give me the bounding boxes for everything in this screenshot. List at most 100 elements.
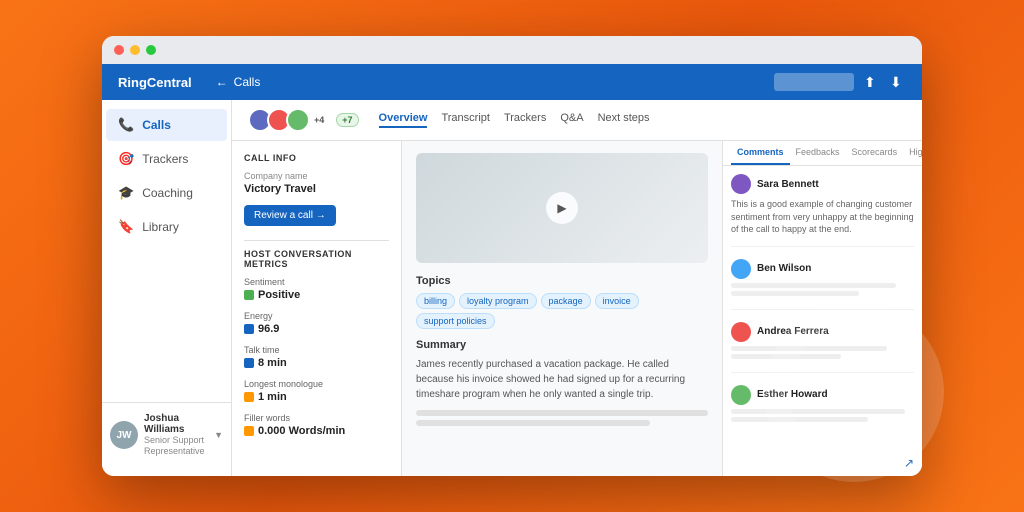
- tab-feedbacks[interactable]: Feedbacks: [790, 141, 846, 165]
- chip-loyalty[interactable]: loyalty program: [459, 293, 537, 309]
- energy-label: Energy: [244, 311, 389, 321]
- user-info: Joshua Williams Senior Support Represent…: [144, 413, 208, 458]
- sentiment-dot: [244, 290, 254, 300]
- tab-comments[interactable]: Comments: [731, 141, 790, 165]
- tab-next-steps[interactable]: Next steps: [598, 112, 650, 128]
- sidebar-item-calls[interactable]: 📞 Calls: [106, 109, 227, 141]
- chevron-down-icon[interactable]: ▼: [214, 430, 223, 440]
- user-title: Senior Support Representative: [144, 435, 208, 458]
- sidebar-item-coaching[interactable]: 🎓 Coaching: [106, 177, 227, 209]
- left-info-panel: CALL INFO Company name Victory Travel Re…: [232, 141, 402, 476]
- energy-dot: [244, 324, 254, 334]
- minimize-dot[interactable]: [130, 45, 140, 55]
- send-icon[interactable]: ↗: [723, 450, 922, 476]
- metric-filler: Filler words 0.000 Words/min: [244, 413, 389, 437]
- right-panel: Comments Feedbacks Scorecards Highlights…: [722, 141, 922, 476]
- commenter-name-ben: Ben Wilson: [757, 263, 811, 274]
- comment-text-sara: This is a good example of changing custo…: [731, 198, 914, 236]
- comment-line: [731, 291, 859, 296]
- tab-highlights[interactable]: Highlights: [903, 141, 922, 165]
- comments-list: Sara Bennett This is a good example of c…: [723, 166, 922, 450]
- comment-header-esther: Esther Howard: [731, 385, 914, 405]
- avatar-andrea: [731, 322, 751, 342]
- avatar-3: [286, 108, 310, 132]
- sidebar-item-calls-label: Calls: [142, 118, 171, 132]
- user-name: Joshua Williams: [144, 413, 208, 435]
- chip-invoice[interactable]: invoice: [595, 293, 639, 309]
- header-actions: ⬆ ⬇: [774, 73, 906, 91]
- sidebar-item-trackers[interactable]: 🎯 Trackers: [106, 143, 227, 175]
- call-badge: +7: [336, 113, 358, 127]
- play-button[interactable]: ▶: [546, 192, 578, 224]
- tab-transcript[interactable]: Transcript: [441, 112, 490, 128]
- comment-esther: Esther Howard: [731, 385, 914, 435]
- avatar: JW: [110, 421, 138, 449]
- back-arrow-icon: ←: [216, 75, 228, 89]
- tab-overview[interactable]: Overview: [379, 112, 428, 128]
- back-button[interactable]: ← Calls: [216, 75, 261, 89]
- comment-sara: Sara Bennett This is a good example of c…: [731, 174, 914, 247]
- metrics-section: Sentiment Positive Energy 96.: [244, 277, 389, 437]
- talk-time-label: Talk time: [244, 345, 389, 355]
- company-name: Victory Travel: [244, 183, 389, 195]
- browser-window: RingCentral ← Calls ⬆ ⬇ 📞 Calls 🎯: [102, 36, 922, 476]
- metrics-section-label: HOST CONVERSATION METRICS: [244, 249, 389, 269]
- comment-line: [731, 346, 887, 351]
- download-icon[interactable]: ⬇: [890, 74, 906, 90]
- talk-time-dot: [244, 358, 254, 368]
- share-icon[interactable]: ⬆: [864, 74, 880, 90]
- monologue-label: Longest monologue: [244, 379, 389, 389]
- comment-andrea: Andrea Ferrera: [731, 322, 914, 373]
- sidebar-item-library[interactable]: 🔖 Library: [106, 211, 227, 243]
- calls-icon: 📞: [118, 117, 134, 133]
- chip-package[interactable]: package: [541, 293, 591, 309]
- comment-lines-ben: [731, 283, 914, 296]
- call-top-bar: +4 +7 Overview Transcript Trackers Q&A N…: [232, 100, 922, 141]
- tab-trackers[interactable]: Trackers: [504, 112, 546, 128]
- filler-value: 0.000 Words/min: [244, 425, 389, 437]
- summary-line-1: [416, 410, 708, 416]
- metric-energy: Energy 96.9: [244, 311, 389, 335]
- content-panel: +4 +7 Overview Transcript Trackers Q&A N…: [232, 100, 922, 476]
- metric-monologue: Longest monologue 1 min: [244, 379, 389, 403]
- content-body: CALL INFO Company name Victory Travel Re…: [232, 141, 922, 476]
- app-header: RingCentral ← Calls ⬆ ⬇: [102, 64, 922, 100]
- chip-billing[interactable]: billing: [416, 293, 455, 309]
- close-dot[interactable]: [114, 45, 124, 55]
- commenter-name-sara: Sara Bennett: [757, 179, 819, 190]
- center-area: ▶ Topics billing loyalty program package…: [402, 141, 722, 476]
- chip-support[interactable]: support policies: [416, 313, 495, 329]
- tab-scorecards[interactable]: Scorecards: [846, 141, 904, 165]
- trackers-icon: 🎯: [118, 151, 134, 167]
- comment-line: [731, 354, 841, 359]
- nav-tabs: Overview Transcript Trackers Q&A Next st…: [379, 112, 650, 128]
- maximize-dot[interactable]: [146, 45, 156, 55]
- app-layout: RingCentral ← Calls ⬆ ⬇ 📞 Calls 🎯: [102, 64, 922, 476]
- comment-line: [731, 417, 868, 422]
- summary-label: Summary: [416, 339, 708, 351]
- talk-time-value: 8 min: [244, 357, 389, 369]
- tab-qa[interactable]: Q&A: [560, 112, 583, 128]
- comment-header-ben: Ben Wilson: [731, 259, 914, 279]
- comment-line: [731, 283, 896, 288]
- monologue-dot: [244, 392, 254, 402]
- library-icon: 🔖: [118, 219, 134, 235]
- monologue-value: 1 min: [244, 391, 389, 403]
- coaching-icon: 🎓: [118, 185, 134, 201]
- review-call-button[interactable]: Review a call →: [244, 205, 336, 226]
- commenter-name-esther: Esther Howard: [757, 389, 828, 400]
- comment-header-andrea: Andrea Ferrera: [731, 322, 914, 342]
- avatar-ben: [731, 259, 751, 279]
- topics-section: Topics billing loyalty program package i…: [416, 275, 708, 329]
- metric-sentiment: Sentiment Positive: [244, 277, 389, 301]
- comment-line: [731, 409, 905, 414]
- header-search-bar: [774, 73, 854, 91]
- comment-header-sara: Sara Bennett: [731, 174, 914, 194]
- avatars-group: +4: [248, 108, 324, 132]
- company-label: Company name: [244, 171, 389, 181]
- commenter-name-andrea: Andrea Ferrera: [757, 326, 829, 337]
- comment-lines-esther: [731, 409, 914, 422]
- sidebar-user: JW Joshua Williams Senior Support Repres…: [102, 402, 231, 468]
- video-thumbnail[interactable]: ▶: [416, 153, 708, 263]
- avatar-count: +4: [314, 115, 324, 125]
